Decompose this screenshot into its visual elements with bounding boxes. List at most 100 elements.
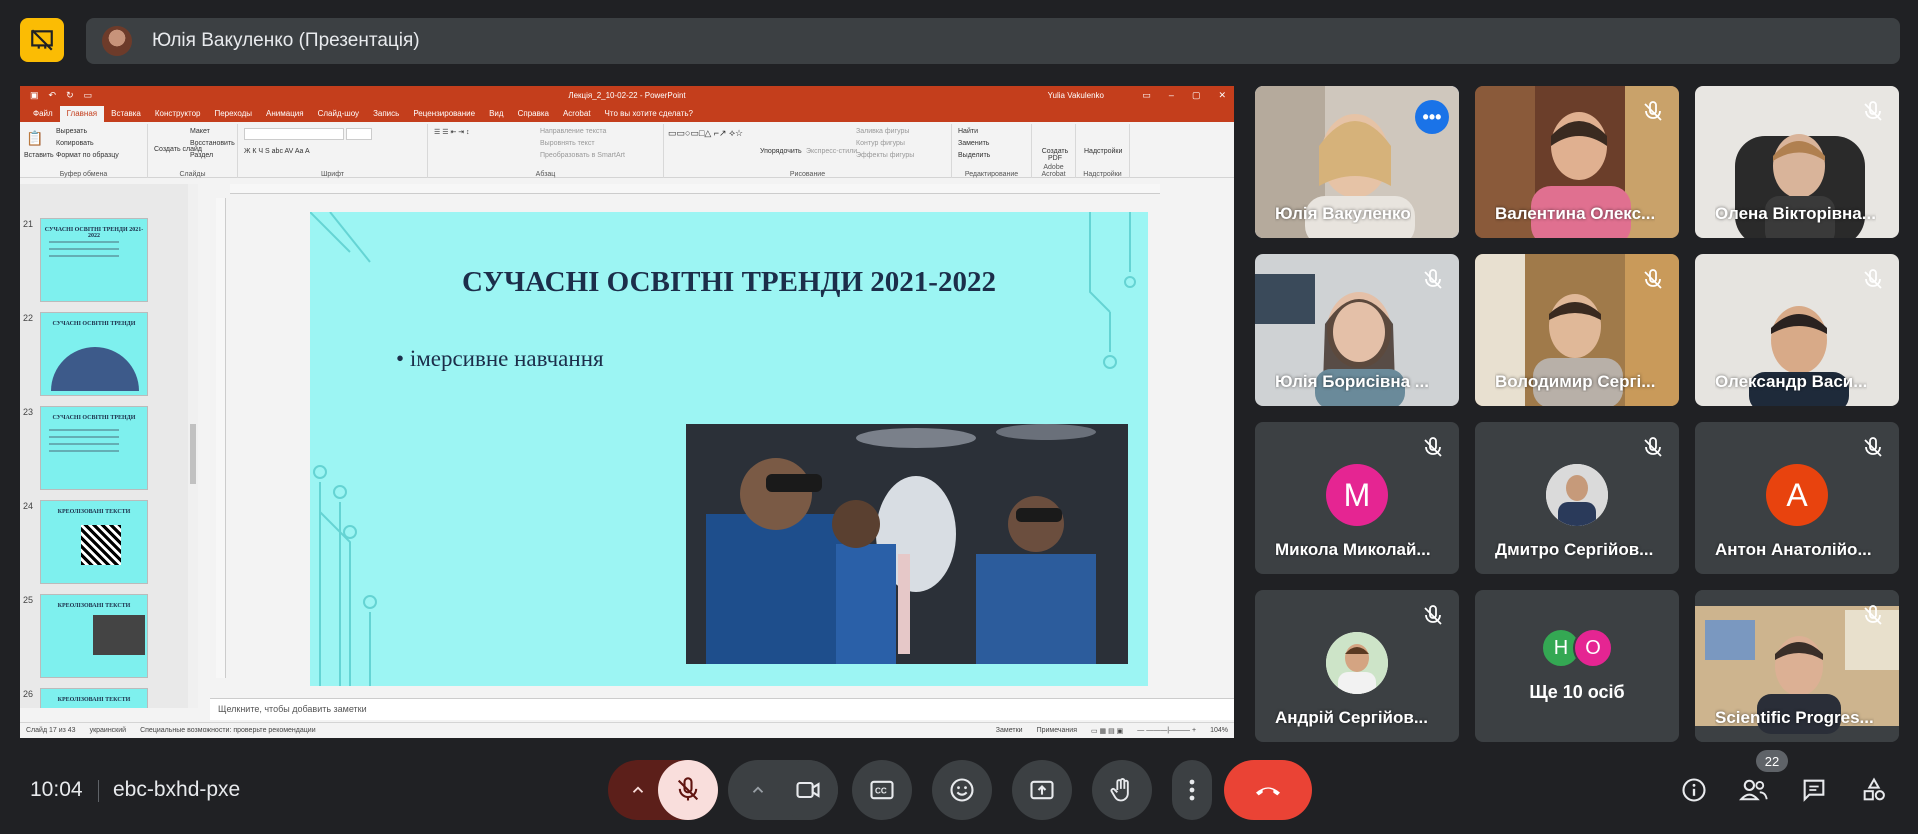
participant-tile[interactable]: Андрій Сергійов... [1255, 590, 1459, 742]
slide-thumbnail[interactable]: 23 СУЧАСНІ ОСВІТНІ ТРЕНДИ [23, 406, 148, 490]
arrange-button[interactable]: Упорядочить [760, 148, 802, 155]
captions-button[interactable]: CC [852, 760, 912, 820]
tab-help[interactable]: Справка [511, 109, 556, 122]
participant-tile[interactable]: Дмитро Сергійов... [1475, 422, 1679, 574]
slide-thumbnails-pane[interactable]: 21 СУЧАСНІ ОСВІТНІ ТРЕНДИ 2021-2022 22 С… [20, 184, 188, 708]
tab-transitions[interactable]: Переходы [207, 109, 259, 122]
people-button[interactable] [1734, 770, 1774, 810]
slide-canvas[interactable]: СУЧАСНІ ОСВІТНІ ТРЕНДИ 2021-2022 • імерс… [310, 212, 1148, 686]
slide-thumbnail[interactable]: 22 СУЧАСНІ ОСВІТНІ ТРЕНДИ [23, 312, 148, 396]
participant-tile[interactable]: ••• Юлія Вакуленко [1255, 86, 1459, 238]
notes-pane[interactable]: Щелкните, чтобы добавить заметки [210, 698, 1234, 720]
maximize-icon[interactable]: ▢ [1192, 90, 1201, 101]
presentation-icon[interactable] [20, 18, 64, 62]
align-text-button[interactable]: Выровнять текст [540, 140, 595, 147]
camera-toggle-button[interactable] [778, 760, 838, 820]
thumbnails-scrollbar[interactable] [188, 184, 198, 708]
slide-thumbnail[interactable]: 21 СУЧАСНІ ОСВІТНІ ТРЕНДИ 2021-2022 [23, 218, 148, 302]
font-family-box[interactable] [244, 128, 344, 140]
find-button[interactable]: Найти [958, 128, 978, 135]
slide-title[interactable]: СУЧАСНІ ОСВІТНІ ТРЕНДИ 2021-2022 [310, 266, 1148, 299]
paste-icon[interactable]: 📋 [26, 130, 43, 147]
meeting-code[interactable]: ebc-bxhd-pxe [113, 778, 240, 802]
more-options-button[interactable] [1172, 760, 1212, 820]
participant-tile[interactable]: А Антон Анатолійо... [1695, 422, 1899, 574]
slide-thumbnail[interactable]: 25 КРЕОЛІЗОВАНІ ТЕКСТИ [23, 594, 148, 678]
tab-insert[interactable]: Вставка [104, 109, 148, 122]
view-buttons[interactable]: ▭ ▦ ▤ ▣ [1091, 727, 1123, 735]
ppt-user-name: Yulia Vakulenko [1047, 90, 1104, 100]
font-group: Ж К Ч S abc AV Aa A Шрифт [238, 124, 428, 178]
tab-review[interactable]: Рецензирование [406, 109, 482, 122]
tab-acrobat[interactable]: Acrobat [556, 109, 598, 122]
shape-fill-button[interactable]: Заливка фигуры [856, 128, 909, 135]
raise-hand-button[interactable] [1092, 760, 1152, 820]
comments-toggle[interactable]: Примечания [1037, 727, 1077, 735]
shared-screen-powerpoint[interactable]: ▣ ↶ ↻ ▭ Лекція_2_10-02-22 - PowerPoint Y… [20, 86, 1234, 738]
quick-styles-button[interactable]: Экспресс-стили [806, 148, 857, 155]
participant-tile[interactable]: Олена Вікторівна... [1695, 86, 1899, 238]
tab-record[interactable]: Запись [366, 109, 406, 122]
reset-button[interactable]: Восстановить [190, 140, 235, 147]
copy-button[interactable]: Копировать [56, 140, 94, 147]
activities-button[interactable] [1854, 770, 1894, 810]
list-icons[interactable]: ☰ ☰ ⇤ ⇥ ↕ [434, 128, 470, 136]
slide-thumbnail[interactable]: 24 КРЕОЛІЗОВАНІ ТЕКСТИ [23, 500, 148, 584]
participant-tile[interactable]: Scientific Progres... [1695, 590, 1899, 742]
addins-button[interactable]: Надстройки [1084, 148, 1122, 155]
zoom-slider[interactable]: — ———|——— + [1137, 727, 1196, 735]
mic-toggle-button[interactable] [658, 760, 718, 820]
tab-file[interactable]: Файл [26, 109, 60, 122]
slide-photo-vr-medical[interactable] [686, 424, 1128, 664]
language-indicator[interactable]: украинский [90, 727, 127, 734]
font-format-icons[interactable]: Ж К Ч S abc AV Aa A [244, 148, 310, 155]
reactions-button[interactable] [932, 760, 992, 820]
tab-design[interactable]: Конструктор [148, 109, 208, 122]
create-pdf-button[interactable]: Создать PDF [1040, 148, 1070, 162]
tab-view[interactable]: Вид [482, 109, 510, 122]
mic-off-icon [1864, 437, 1882, 457]
presenter-banner[interactable]: Юлія Вакуленко (Презентація) [86, 18, 1900, 64]
format-painter-button[interactable]: Формат по образцу [56, 152, 119, 159]
smartart-button[interactable]: Преобразовать в SmartArt [540, 152, 625, 159]
participant-tile[interactable]: М Микола Миколай... [1255, 422, 1459, 574]
text-direction-button[interactable]: Направление текста [540, 128, 606, 135]
more-participants-tile[interactable]: Н О Ще 10 осіб [1475, 590, 1679, 742]
tab-slideshow[interactable]: Слайд-шоу [311, 109, 366, 122]
participant-tile[interactable]: Валентина Олекс... [1475, 86, 1679, 238]
tab-home[interactable]: Главная [59, 106, 105, 122]
thumbnail-number: 24 [23, 501, 34, 511]
notes-toggle[interactable]: Заметки [996, 727, 1023, 735]
participant-tile[interactable]: Володимир Сергі... [1475, 254, 1679, 406]
mic-off-icon [677, 777, 699, 801]
tell-me-search[interactable]: Что вы хотите сделать? [598, 109, 700, 122]
chat-button[interactable] [1794, 770, 1834, 810]
tab-animations[interactable]: Анимация [259, 109, 311, 122]
accessibility-status[interactable]: Специальные возможности: проверьте реком… [140, 727, 316, 734]
select-button[interactable]: Выделить [958, 152, 990, 159]
close-icon[interactable]: ✕ [1218, 90, 1226, 101]
ribbon-display-icon[interactable]: ▭ [1142, 90, 1151, 101]
font-size-box[interactable] [346, 128, 372, 140]
shape-outline-button[interactable]: Контур фигуры [856, 140, 905, 147]
paste-button[interactable]: Вставить [24, 152, 54, 159]
participant-tile[interactable]: Юлія Борисівна ... [1255, 254, 1459, 406]
leave-call-button[interactable] [1224, 760, 1312, 820]
meeting-details-button[interactable] [1674, 770, 1714, 810]
shapes-gallery[interactable]: ▭▭○▭□△ ⌐↗ ⟡☆ [668, 128, 743, 139]
thumbnail-number: 21 [23, 219, 34, 229]
layout-button[interactable]: Макет [190, 128, 210, 135]
slide-bullet[interactable]: • імерсивне навчання [396, 346, 604, 372]
more-options-icon[interactable]: ••• [1415, 100, 1449, 134]
participant-avatar-initial: А [1766, 464, 1828, 526]
minimize-icon[interactable]: – [1169, 90, 1174, 101]
slide-thumbnail[interactable]: 26 КРЕОЛІЗОВАНІ ТЕКСТИ [23, 688, 148, 708]
section-button[interactable]: Раздел [190, 152, 213, 159]
camera-icon [796, 781, 820, 799]
cut-button[interactable]: Вырезать [56, 128, 87, 135]
present-screen-button[interactable] [1012, 760, 1072, 820]
participant-tile[interactable]: Олександр Васи... [1695, 254, 1899, 406]
shape-effects-button[interactable]: Эффекты фигуры [856, 152, 914, 159]
replace-button[interactable]: Заменить [958, 140, 989, 147]
zoom-level[interactable]: 104% [1210, 727, 1228, 735]
